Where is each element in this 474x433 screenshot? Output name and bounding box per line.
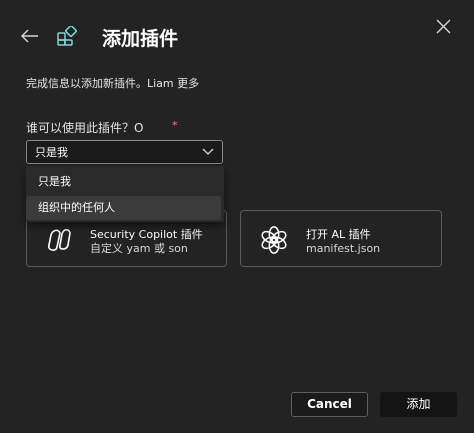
openai-plugin-card[interactable]: 打开 AL 插件 manifest.json xyxy=(240,210,442,267)
card-subtitle: manifest.json xyxy=(306,242,381,255)
close-icon xyxy=(436,19,451,34)
who-can-use-select[interactable]: 只是我 xyxy=(26,140,223,164)
required-mark: * xyxy=(172,119,178,132)
card-subtitle: 自定义 yam 或 son xyxy=(90,242,188,255)
page-title: 添加插件 xyxy=(102,28,179,50)
openai-icon xyxy=(261,226,287,254)
who-can-use-dropdown: 只是我 组织中的任何人 xyxy=(26,166,224,222)
option-only-me[interactable]: 只是我 xyxy=(26,170,221,194)
info-text: 完成信息以添加新插件。Liam 更多 xyxy=(26,77,200,90)
add-plugin-dialog: 添加插件 完成信息以添加新插件。Liam 更多 谁可以使用此插件？O * 只是我… xyxy=(0,0,474,433)
card-title: 打开 AL 插件 xyxy=(306,228,371,241)
back-button[interactable] xyxy=(20,28,40,44)
security-copilot-icon xyxy=(48,229,71,251)
add-button[interactable]: 添加 xyxy=(380,392,457,417)
card-title: Security Copilot 插件 xyxy=(90,228,203,241)
arrow-left-icon xyxy=(21,29,38,43)
cancel-button[interactable]: Cancel xyxy=(291,392,368,417)
who-can-use-label: 谁可以使用此插件？O xyxy=(26,121,144,135)
close-button[interactable] xyxy=(436,19,451,34)
select-value: 只是我 xyxy=(35,146,68,159)
chevron-down-icon xyxy=(202,148,214,155)
option-anyone-in-org[interactable]: 组织中的任何人 xyxy=(26,196,221,220)
plugin-puzzle-icon xyxy=(57,25,77,46)
